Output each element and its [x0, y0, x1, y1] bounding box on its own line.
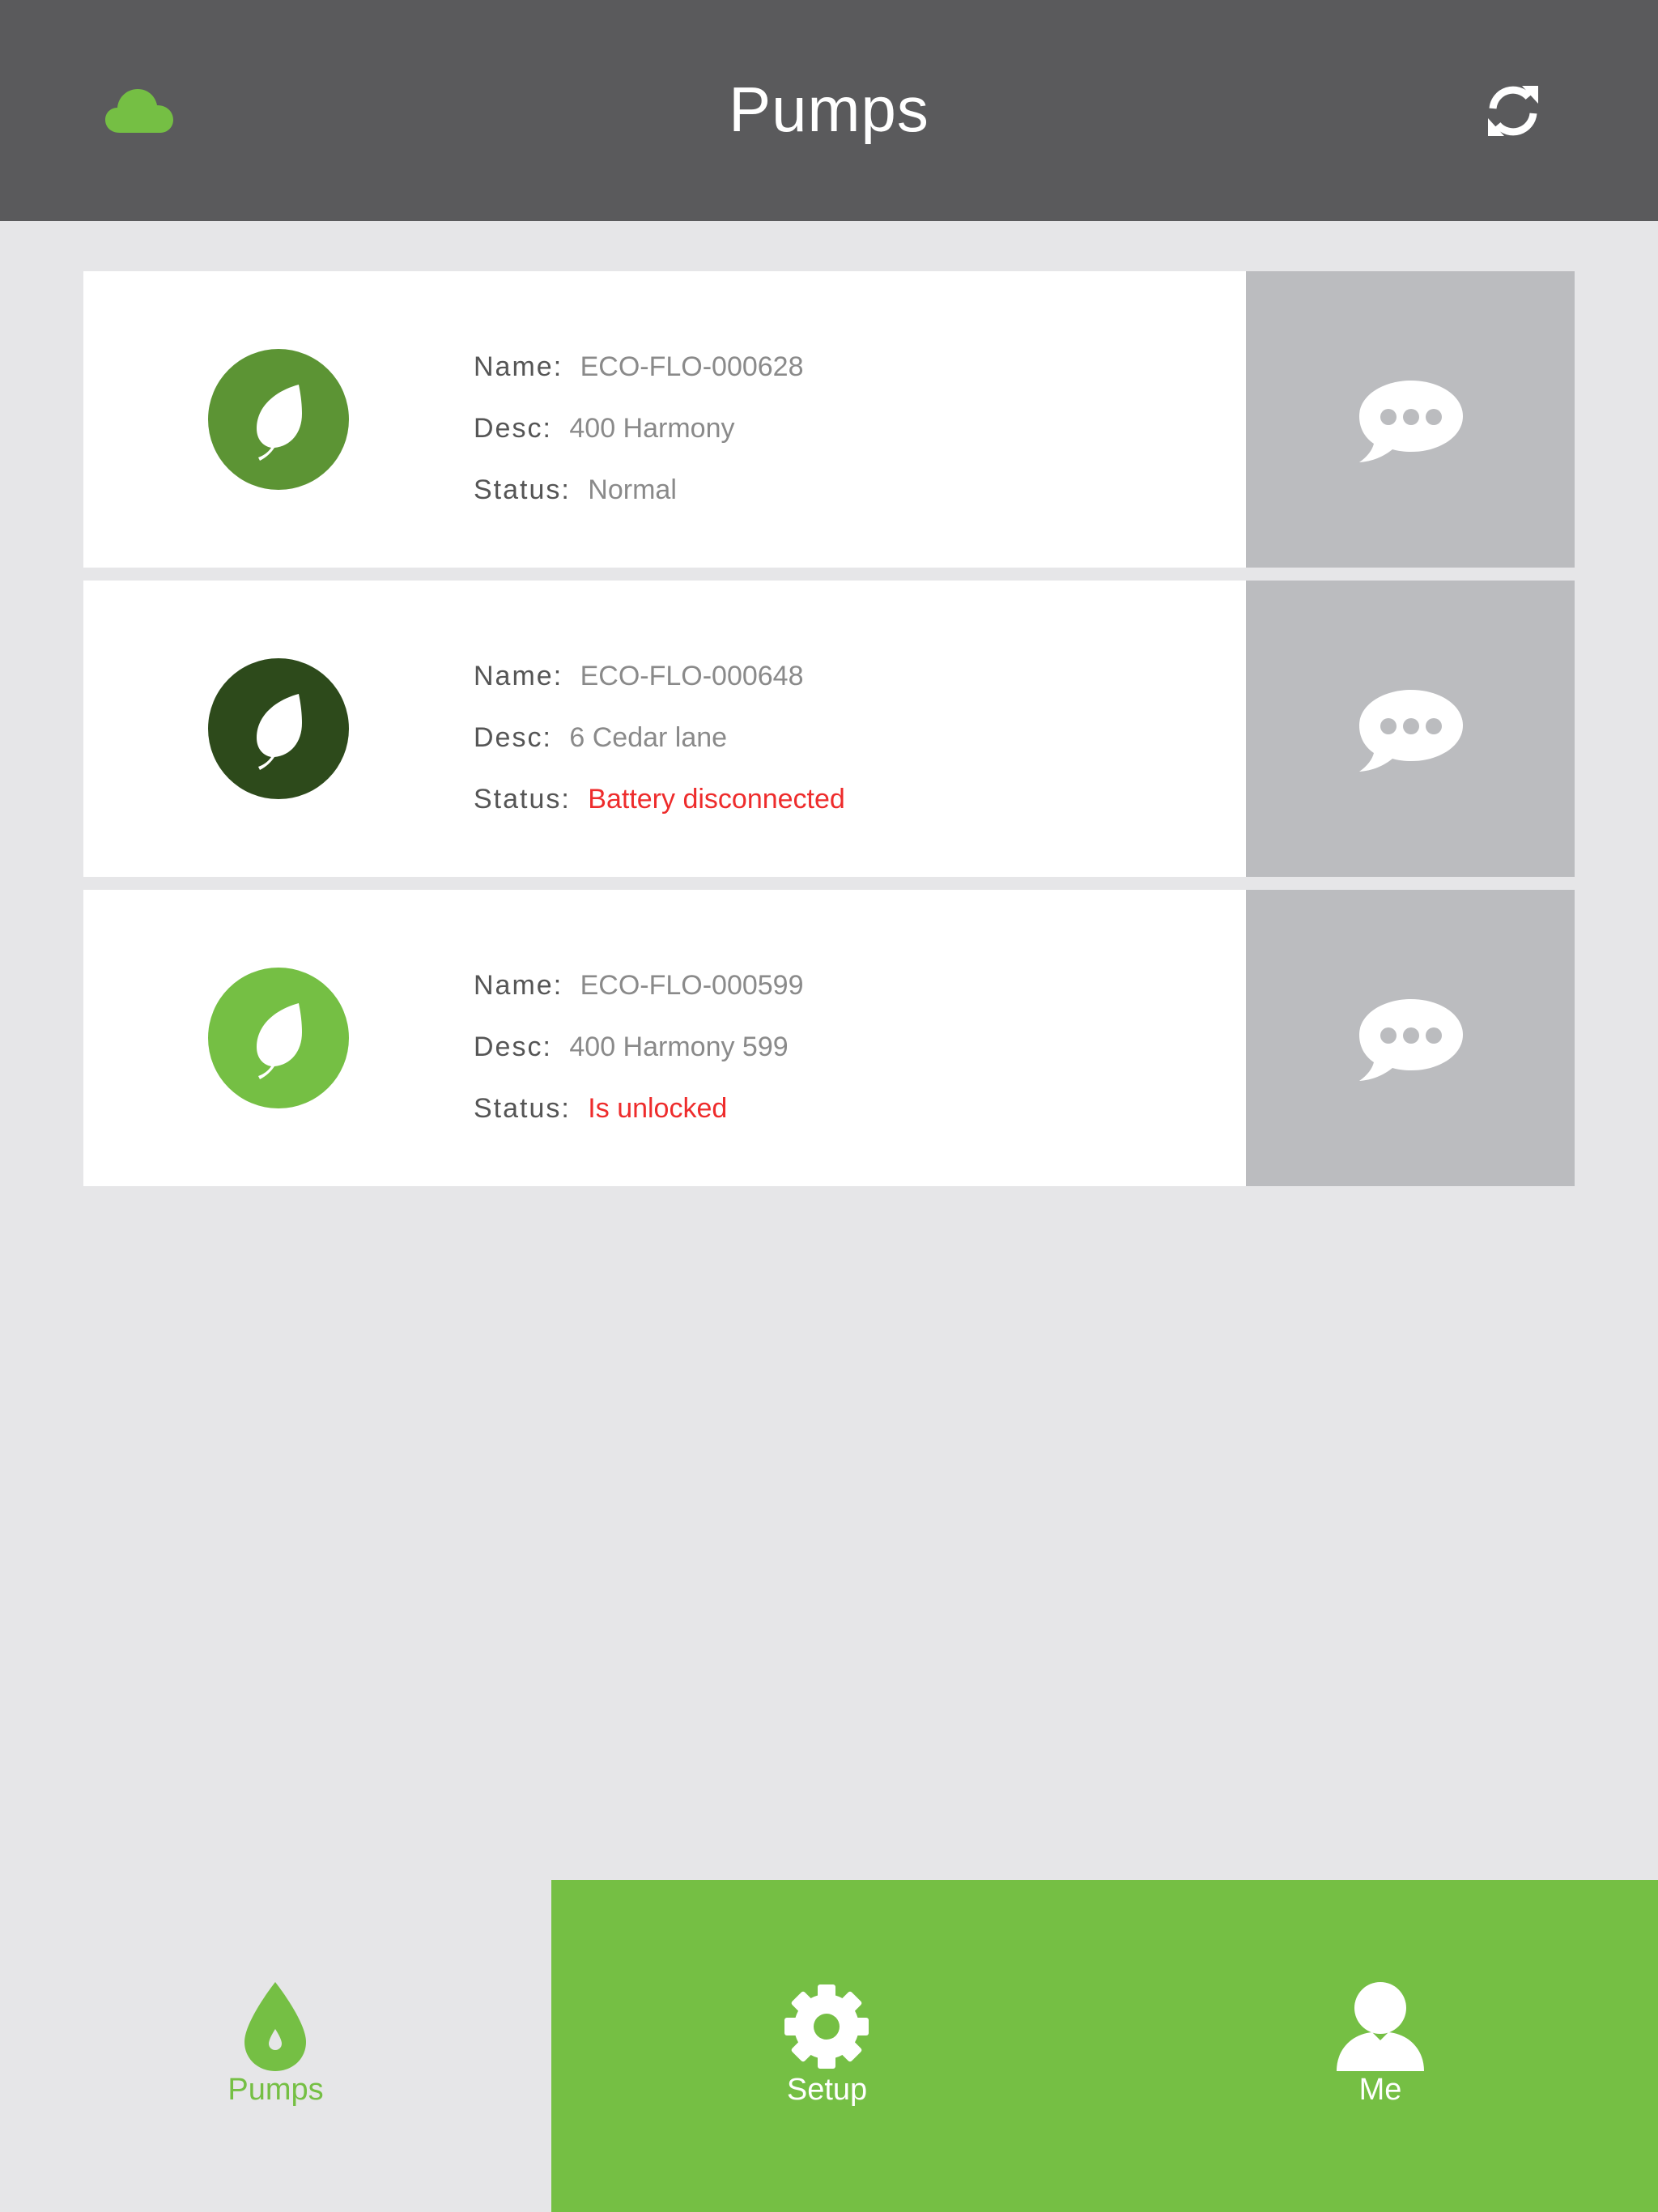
pump-avatar: [208, 658, 349, 799]
desc-label: Desc:: [474, 1032, 552, 1062]
pump-card[interactable]: Name: ECO-FLO-000648 Desc: 6 Cedar lane …: [83, 581, 1575, 877]
tab-bar: Pumps Setup Me: [0, 1880, 1658, 2212]
message-button[interactable]: [1246, 581, 1575, 877]
tab-me[interactable]: Me: [1103, 1880, 1658, 2212]
pump-name-row: Name: ECO-FLO-000599: [474, 955, 804, 1016]
tab-me-label: Me: [1358, 2073, 1402, 2107]
pump-name: ECO-FLO-000628: [580, 351, 804, 382]
gear-icon: [784, 1984, 869, 2069]
pump-list: Name: ECO-FLO-000628 Desc: 400 Harmony S…: [83, 271, 1575, 1199]
user-icon: [1337, 1982, 1424, 2071]
leaf-icon: [257, 1003, 302, 1079]
pump-status: Normal: [588, 474, 677, 505]
name-label: Name:: [474, 351, 563, 382]
pump-info: Name: ECO-FLO-000599 Desc: 400 Harmony 5…: [474, 955, 804, 1139]
chat-bubble-icon: [1359, 690, 1463, 772]
tab-pumps[interactable]: Pumps: [0, 1880, 551, 2212]
pump-desc: 6 Cedar lane: [569, 722, 728, 753]
header-bar: Pumps: [0, 0, 1658, 221]
pump-name: ECO-FLO-000599: [580, 970, 804, 1001]
leaf-icon: [257, 694, 302, 770]
pump-info: Name: ECO-FLO-000648 Desc: 6 Cedar lane …: [474, 645, 845, 830]
pump-desc-row: Desc: 400 Harmony 599: [474, 1016, 804, 1078]
leaf-icon: [257, 385, 302, 461]
pump-card[interactable]: Name: ECO-FLO-000599 Desc: 400 Harmony 5…: [83, 890, 1575, 1186]
chat-bubble-icon: [1359, 381, 1463, 462]
pump-avatar: [208, 349, 349, 490]
app-root: Pumps Name: ECO-FLO-000628 Desc: 400 Har…: [0, 0, 1658, 2212]
pump-name-row: Name: ECO-FLO-000628: [474, 336, 804, 398]
desc-label: Desc:: [474, 413, 552, 444]
desc-label: Desc:: [474, 722, 552, 753]
pump-status-row: Status: Is unlocked: [474, 1078, 804, 1139]
refresh-icon[interactable]: [1483, 81, 1543, 141]
tab-pumps-label: Pumps: [227, 2073, 324, 2107]
pump-desc: 400 Harmony 599: [569, 1032, 789, 1062]
chat-bubble-icon: [1359, 999, 1463, 1081]
page-title: Pumps: [729, 74, 929, 145]
pump-status-row: Status: Normal: [474, 459, 804, 521]
message-button[interactable]: [1246, 890, 1575, 1186]
pump-avatar: [208, 968, 349, 1108]
pump-card[interactable]: Name: ECO-FLO-000628 Desc: 400 Harmony S…: [83, 271, 1575, 568]
pump-status: Battery disconnected: [588, 784, 845, 815]
tab-setup[interactable]: Setup: [551, 1880, 1103, 2212]
pump-status: Is unlocked: [588, 1093, 728, 1124]
pump-status-row: Status: Battery disconnected: [474, 768, 845, 830]
name-label: Name:: [474, 661, 563, 691]
pump-info: Name: ECO-FLO-000628 Desc: 400 Harmony S…: [474, 336, 804, 521]
tab-setup-label: Setup: [786, 2073, 868, 2107]
pump-desc: 400 Harmony: [569, 413, 735, 444]
status-label: Status:: [474, 474, 571, 505]
pump-name: ECO-FLO-000648: [580, 661, 804, 691]
pump-name-row: Name: ECO-FLO-000648: [474, 645, 845, 707]
status-label: Status:: [474, 1093, 571, 1124]
message-button[interactable]: [1246, 271, 1575, 568]
name-label: Name:: [474, 970, 563, 1001]
pump-desc-row: Desc: 6 Cedar lane: [474, 707, 845, 768]
pump-desc-row: Desc: 400 Harmony: [474, 398, 804, 459]
status-label: Status:: [474, 784, 571, 815]
water-drop-icon: [244, 1982, 306, 2071]
